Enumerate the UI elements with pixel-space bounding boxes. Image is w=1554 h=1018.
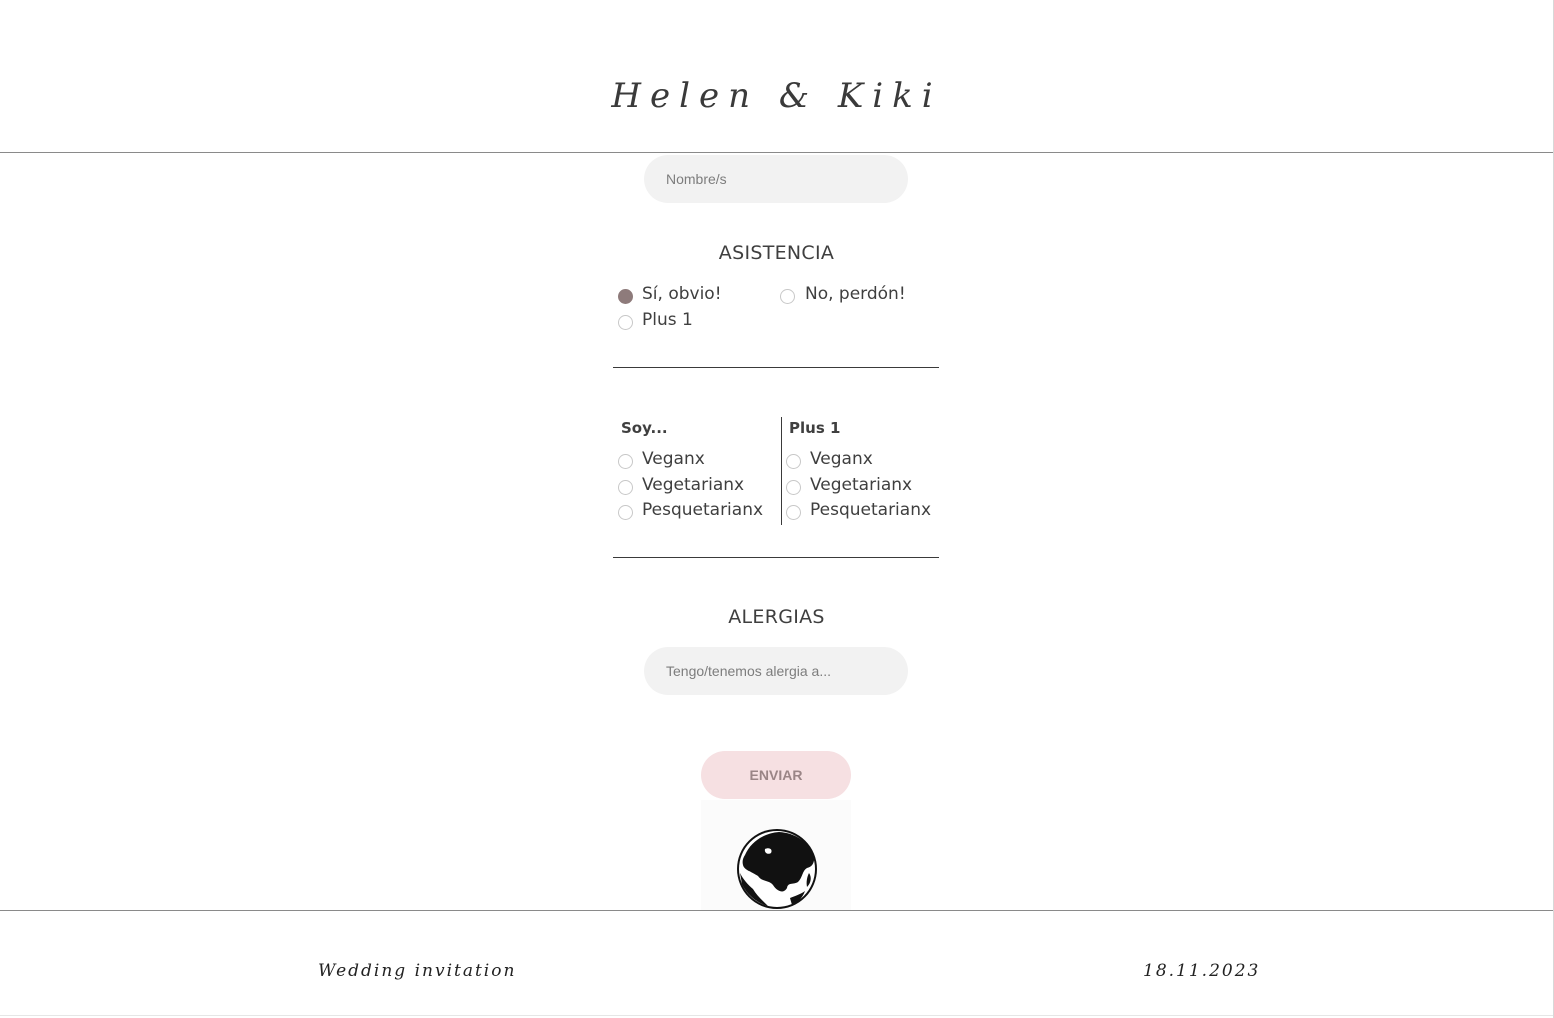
diet-column-plus1-title: Plus 1 [789, 419, 841, 437]
attendance-yes-label: Sí, obvio! [642, 284, 722, 304]
diet-self-vegan-label: Veganx [642, 449, 705, 469]
diet-plus1-pescatarian-label: Pesquetarianx [810, 500, 932, 520]
allergies-input[interactable] [644, 647, 908, 695]
globe-widget [701, 800, 851, 910]
submit-button[interactable]: ENVIAR [701, 751, 851, 799]
diet-plus1-pescatarian-radio[interactable] [786, 505, 801, 520]
diet-self-vegetarian-radio[interactable] [618, 480, 633, 495]
footer-date: 18.11.2023 [1143, 961, 1261, 981]
diet-self-pescatarian-radio[interactable] [618, 505, 633, 520]
site-header: Helen & Kiki [0, 0, 1553, 153]
page-title: Helen & Kiki [611, 76, 942, 116]
footer-invitation-text: Wedding invitation [318, 961, 517, 981]
site-footer: Wedding invitation 18.11.2023 [0, 910, 1553, 1016]
column-divider [781, 417, 782, 525]
attendance-no-label: No, perdón! [805, 284, 906, 304]
allergies-heading: ALERGIAS [728, 606, 825, 628]
attendance-heading: ASISTENCIA [718, 242, 835, 264]
attendance-plus1-label: Plus 1 [642, 310, 693, 330]
diet-plus1-vegan-label: Veganx [810, 449, 873, 469]
divider-line [613, 557, 939, 558]
diet-plus1-vegetarian-label: Vegetarianx [810, 475, 913, 495]
globe-icon [737, 829, 817, 909]
diet-self-pescatarian-label: Pesquetarianx [642, 500, 764, 520]
attendance-no-radio[interactable] [780, 289, 795, 304]
diet-plus1-vegetarian-radio[interactable] [786, 480, 801, 495]
diet-column-self-title: Soy... [621, 419, 668, 437]
diet-plus1-vegan-radio[interactable] [786, 454, 801, 469]
name-input[interactable] [644, 155, 908, 203]
attendance-yes-radio[interactable] [618, 289, 633, 304]
diet-self-vegetarian-label: Vegetarianx [642, 475, 745, 495]
attendance-plus1-radio[interactable] [618, 315, 633, 330]
divider-line [613, 367, 939, 368]
diet-self-vegan-radio[interactable] [618, 454, 633, 469]
